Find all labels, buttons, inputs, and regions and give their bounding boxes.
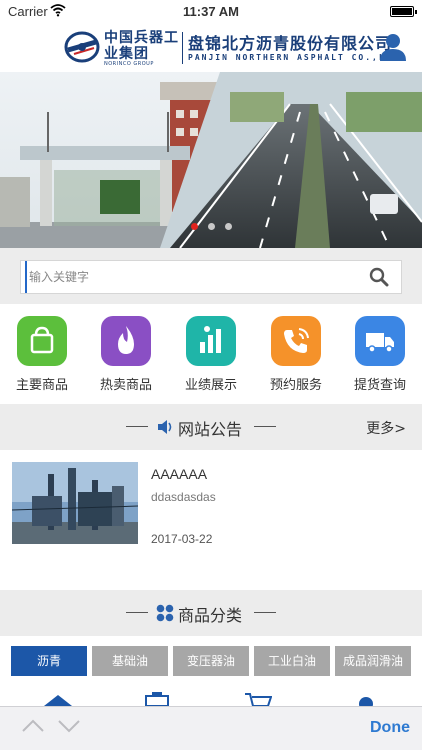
shopping-bag-icon [17,316,67,366]
company-name: 盘锦北方沥青股份有限公司 [188,34,393,53]
quick-nav: 主要商品 热卖商品 业绩展示 预约服务 提货查询 [0,304,422,404]
quicknav-hot-products[interactable]: 热卖商品 [86,316,166,393]
carousel-dots [0,215,422,234]
clipboard-icon[interactable] [144,692,170,706]
divider-line [126,426,148,427]
keyboard-accessory-bar: Done [0,706,422,750]
bar-chart-icon [186,316,236,366]
category-tab-base-oil[interactable]: 基础油 [92,646,168,676]
norinco-logo-icon [64,31,100,63]
quicknav-booking[interactable]: 预约服务 [256,316,336,393]
speaker-icon [158,420,172,434]
logo-divider [182,32,183,64]
category-tab-white-oil[interactable]: 工业白油 [254,646,330,676]
cart-icon[interactable] [244,692,272,706]
user-icon[interactable] [378,32,408,62]
category-tab-transformer-oil[interactable]: 变压器油 [173,646,249,676]
quicknav-main-products[interactable]: 主要商品 [2,316,82,393]
quicknav-label: 主要商品 [15,378,68,393]
phone-icon [271,316,321,366]
carousel-dot[interactable] [207,223,215,230]
banner-carousel[interactable] [0,72,422,248]
home-icon[interactable] [44,694,72,706]
battery-icon [390,6,417,17]
search-bar [0,248,422,304]
search-input[interactable] [25,261,355,293]
divider-line [126,612,148,613]
notice-list-item[interactable]: AAAAAA ddasdasdas 2017-03-22 [0,450,422,590]
category-tab-asphalt[interactable]: 沥青 [11,646,87,676]
quicknav-label: 提货查询 [353,378,406,393]
grid-icon [156,604,174,622]
quicknav-label: 业绩展示 [184,378,237,393]
notice-section-header: 网站公告 更多> [0,404,422,450]
header: 中国兵器工业集团 NORINCO GROUP 盘锦北方沥青股份有限公司 PANJ… [0,24,422,72]
divider-line [254,426,276,427]
search-icon[interactable] [369,267,389,287]
news-subtitle: ddasdasdas [151,490,216,504]
news-thumbnail [12,462,138,544]
search-box [20,260,402,294]
category-tabs: 沥青 基础油 变压器油 工业白油 成品润滑油 [0,636,422,690]
quicknav-label: 预约服务 [269,378,322,393]
done-button[interactable]: Done [370,719,410,737]
truck-icon [355,316,405,366]
profile-icon[interactable] [356,694,376,706]
more-link[interactable]: 更多> [366,418,406,438]
carousel-dot[interactable] [224,223,232,230]
previous-field-icon[interactable] [22,719,44,733]
flame-icon [101,316,151,366]
logo-group-name: 中国兵器工业集团 [104,30,179,62]
carousel-dot[interactable] [190,223,198,230]
category-section-header: 商品分类 [0,590,422,636]
status-bar: Carrier 11:37 AM [0,0,422,24]
category-tab-lubricant[interactable]: 成品润滑油 [335,646,411,676]
section-title: 商品分类 [178,606,243,625]
quicknav-pickup-query[interactable]: 提货查询 [340,316,420,393]
section-title: 网站公告 [178,420,243,439]
company-name-en: PANJIN NORTHERN ASPHALT CO.,LTD [188,53,400,62]
battery-level [392,8,412,15]
news-date: 2017-03-22 [151,532,213,546]
bottom-tab-bar [0,690,422,706]
news-title: AAAAAA [151,466,208,482]
logo-group-name-en: NORINCO GROUP [104,61,154,67]
next-field-icon[interactable] [58,719,80,733]
quicknav-performance[interactable]: 业绩展示 [171,316,251,393]
divider-line [254,612,276,613]
clock: 11:37 AM [183,4,239,19]
quicknav-label: 热卖商品 [99,378,152,393]
